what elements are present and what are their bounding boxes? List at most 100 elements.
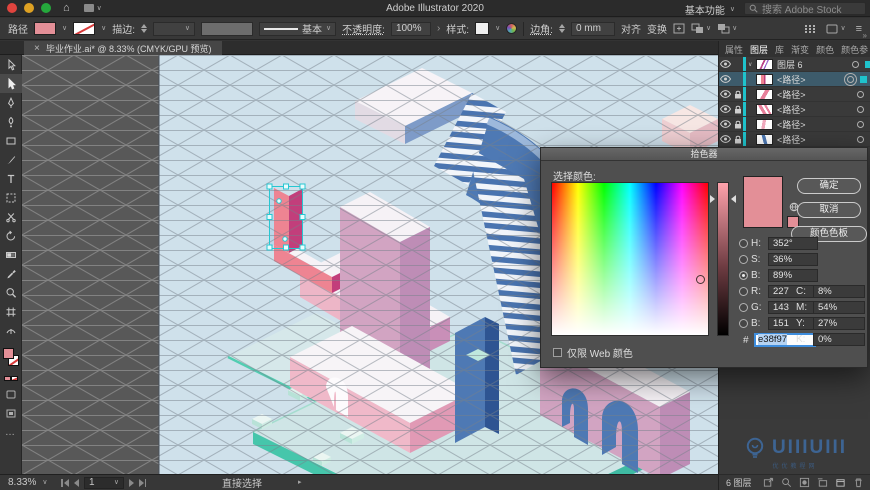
screen-mode-button[interactable]: [0, 404, 22, 423]
expand-layer-icon[interactable]: ∨: [748, 61, 756, 68]
home-icon[interactable]: ⌂: [63, 2, 70, 14]
graphic-style-swatch[interactable]: [475, 22, 490, 35]
workspace-switcher[interactable]: 基本功能 ∨: [685, 2, 735, 17]
document-setup-dropdown[interactable]: ∨: [826, 24, 846, 34]
layer-row[interactable]: <路径>: [719, 132, 870, 147]
isolate-object-icon[interactable]: [673, 23, 685, 34]
close-document-icon[interactable]: ×: [34, 43, 40, 54]
zoom-tool[interactable]: [0, 283, 22, 302]
selection-tool[interactable]: [0, 55, 22, 74]
y-value-field[interactable]: 27%: [813, 317, 865, 330]
g-radio[interactable]: [739, 303, 748, 312]
stroke-weight-stepper[interactable]: [141, 24, 148, 33]
make-mask-icon[interactable]: [799, 477, 810, 488]
type-tool[interactable]: [0, 169, 22, 188]
target-circle[interactable]: [847, 75, 854, 83]
direct-selection-tool[interactable]: [0, 74, 22, 93]
layer-name[interactable]: <路径>: [777, 73, 847, 86]
edit-toolbar-button[interactable]: …: [0, 423, 22, 442]
dialog-titlebar[interactable]: 拾色器: [541, 148, 867, 161]
paintbrush-tool[interactable]: [0, 150, 22, 169]
layer-thumbnail[interactable]: [756, 133, 773, 145]
ok-button[interactable]: 确定: [797, 178, 861, 194]
lock-icon[interactable]: [732, 90, 743, 99]
scissors-tool[interactable]: [0, 207, 22, 226]
fill-dropdown-icon[interactable]: ∨: [62, 25, 67, 32]
layer-row-selected[interactable]: <路径>: [719, 72, 870, 87]
visibility-eye-icon[interactable]: [719, 60, 732, 68]
corner-stepper[interactable]: [558, 24, 565, 33]
minimize-window-button[interactable]: [24, 3, 34, 13]
pen-tool[interactable]: [0, 93, 22, 112]
visibility-eye-icon[interactable]: [719, 75, 732, 83]
layer-name[interactable]: <路径>: [777, 118, 857, 131]
target-circle[interactable]: [857, 120, 864, 128]
width-profile-dropdown[interactable]: [201, 21, 254, 36]
b-radio-selected[interactable]: [739, 271, 748, 280]
lock-icon[interactable]: [732, 135, 743, 144]
visibility-eye-icon[interactable]: [719, 90, 732, 98]
layer-name[interactable]: <路径>: [777, 103, 857, 116]
s-radio[interactable]: [739, 255, 748, 264]
tab-libraries[interactable]: 库: [775, 43, 784, 56]
fill-color-swatch[interactable]: [34, 22, 56, 35]
stroke-color-swatch[interactable]: [73, 22, 96, 35]
layer-thumbnail[interactable]: [756, 103, 773, 115]
collect-for-export-icon[interactable]: [763, 477, 774, 488]
target-circle[interactable]: [857, 105, 864, 113]
new-layer-icon[interactable]: [835, 477, 846, 488]
fill-stroke-controls[interactable]: [0, 348, 22, 374]
next-artboard-button[interactable]: [128, 478, 134, 487]
slider-thumb-left[interactable]: [710, 195, 715, 203]
stroke-dropdown-icon[interactable]: ∨: [101, 25, 106, 32]
rotate-tool[interactable]: [0, 226, 22, 245]
fill-proxy-swatch[interactable]: [2, 348, 14, 359]
status-expand-icon[interactable]: ▸: [298, 479, 302, 486]
layer-thumbnail[interactable]: [756, 118, 773, 130]
s-value-field[interactable]: 36%: [768, 253, 818, 266]
layer-thumbnail[interactable]: [756, 58, 773, 70]
delete-layer-icon[interactable]: [853, 477, 864, 488]
opacity-value-field[interactable]: 100%: [390, 21, 431, 36]
layer-row[interactable]: <路径>: [719, 102, 870, 117]
free-transform-tool[interactable]: [0, 188, 22, 207]
artboard-tool[interactable]: [0, 302, 22, 321]
color-field-marker[interactable]: [696, 275, 705, 284]
layer-name[interactable]: <路径>: [777, 88, 857, 101]
tab-gradient[interactable]: 渐变: [791, 43, 809, 56]
target-circle[interactable]: [857, 135, 864, 143]
tab-color[interactable]: 颜色: [816, 43, 834, 56]
layer-name[interactable]: <路径>: [777, 133, 857, 146]
zoom-window-button[interactable]: [41, 3, 51, 13]
c-value-field[interactable]: 8%: [813, 285, 865, 298]
b-value-field[interactable]: 89%: [768, 269, 818, 282]
brightness-slider[interactable]: [717, 182, 729, 336]
style-dropdown-icon[interactable]: ∨: [495, 25, 500, 32]
visibility-eye-icon[interactable]: [719, 120, 732, 128]
selection-indicator[interactable]: [860, 75, 867, 83]
recolor-artwork-icon[interactable]: [506, 23, 518, 34]
pathfinder-dropdown[interactable]: ∨: [717, 23, 737, 34]
layer-row[interactable]: <路径>: [719, 87, 870, 102]
layer-row-group[interactable]: ∨ 图层 6: [719, 57, 870, 72]
locate-object-icon[interactable]: [781, 477, 792, 488]
color-none-gradient-toggle[interactable]: [3, 376, 18, 381]
tab-color-guide[interactable]: 颜色参: [841, 43, 868, 56]
b2-radio[interactable]: [739, 319, 748, 328]
layer-thumbnail[interactable]: [756, 73, 773, 85]
h-value-field[interactable]: 352°: [768, 237, 818, 250]
artboard-number-field[interactable]: 1 ∨: [83, 476, 124, 489]
transform-button[interactable]: 变换: [647, 21, 667, 36]
previous-artboard-button[interactable]: [73, 478, 79, 487]
h-radio[interactable]: [739, 239, 748, 248]
tab-properties[interactable]: 属性: [725, 43, 743, 56]
opacity-expand-icon[interactable]: ›: [437, 23, 440, 34]
cancel-button[interactable]: 取消: [797, 202, 861, 218]
opacity-label[interactable]: 不透明度:: [342, 21, 385, 36]
layer-row[interactable]: <路径>: [719, 117, 870, 132]
rectangle-tool[interactable]: [0, 131, 22, 150]
m-value-field[interactable]: 54%: [813, 301, 865, 314]
new-sublayer-icon[interactable]: [817, 477, 828, 488]
eyedropper-tool[interactable]: [0, 264, 22, 283]
stroke-weight-dropdown[interactable]: ∨: [153, 21, 196, 36]
